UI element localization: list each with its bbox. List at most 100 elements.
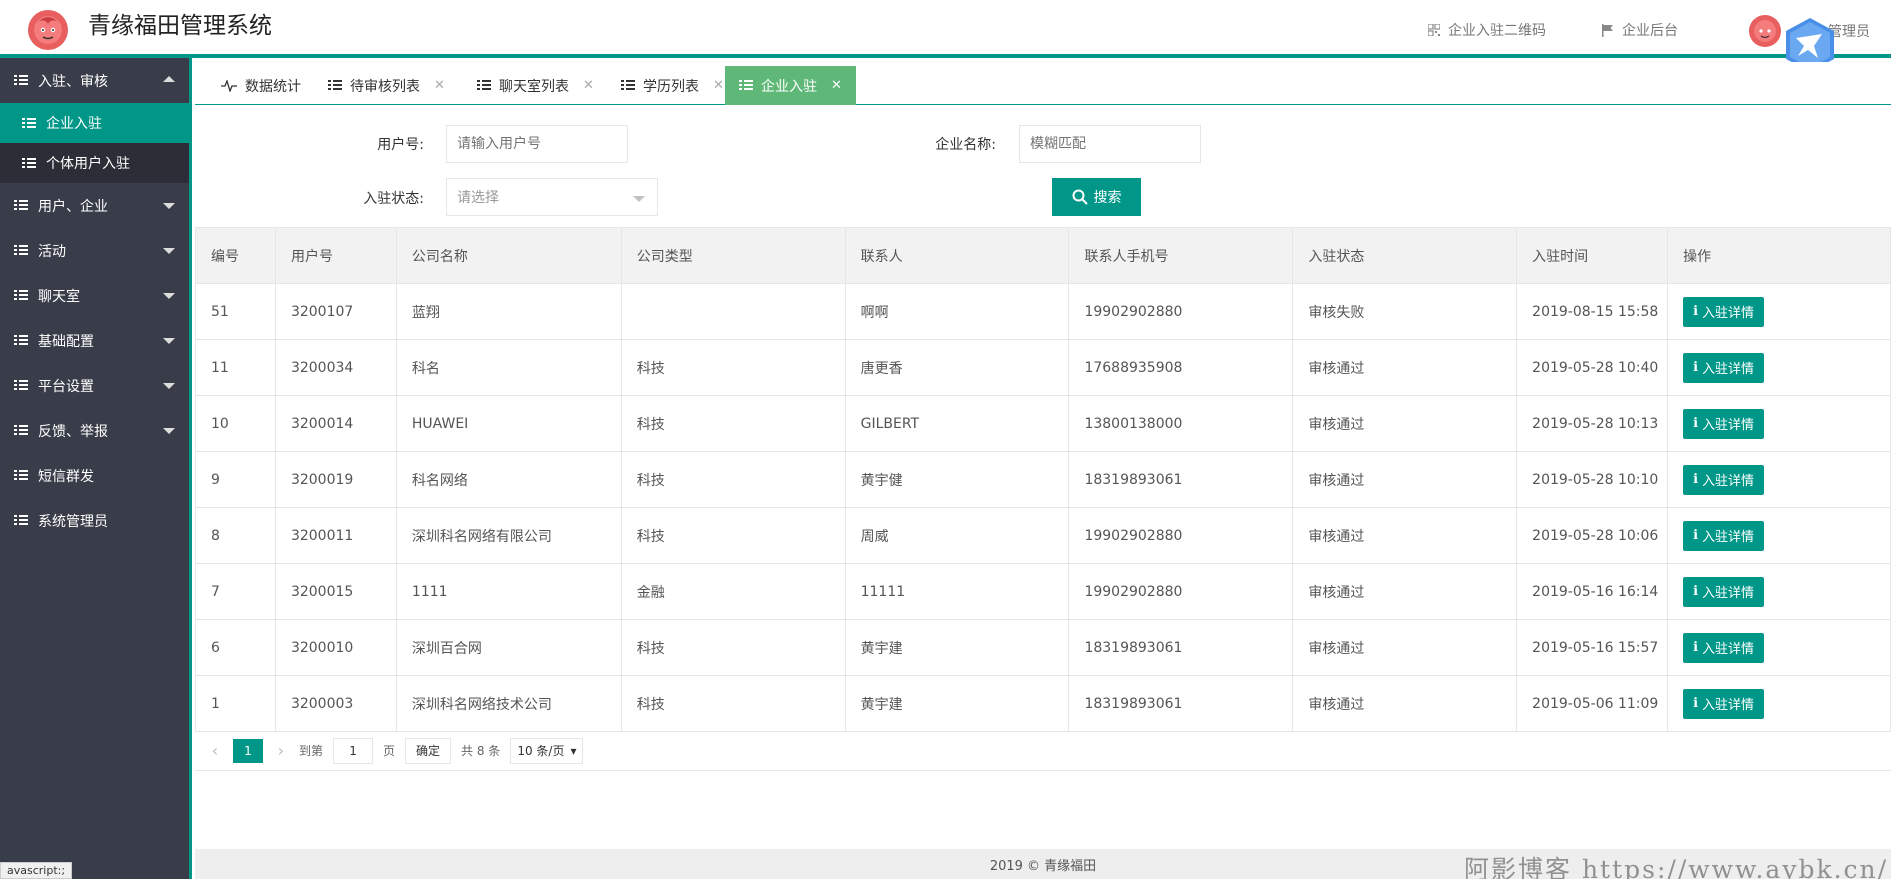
- table-cell: 18319893061: [1068, 619, 1294, 676]
- close-icon[interactable]: ✕: [831, 78, 842, 93]
- status-select-value: 请选择: [457, 190, 499, 206]
- sidebar-item-label: 活动: [38, 243, 66, 260]
- next-page-icon[interactable]: ›: [273, 741, 289, 760]
- detail-button[interactable]: ℹ 入驻详情: [1683, 520, 1765, 551]
- table-cell: 3200011: [274, 507, 397, 564]
- sidebar-item-onboarding-review[interactable]: 入驻、审核: [0, 58, 189, 103]
- list-icon: [14, 335, 28, 346]
- detail-button-label: 入驻详情: [1702, 642, 1755, 657]
- sidebar-item-feedback-report[interactable]: 反馈、举报: [0, 408, 189, 453]
- search-icon: [1072, 189, 1088, 205]
- user-id-input[interactable]: [446, 125, 628, 163]
- close-icon[interactable]: ✕: [434, 78, 445, 93]
- qr-link[interactable]: 企业入驻二维码: [1428, 20, 1546, 40]
- table-cell: 3200003: [274, 675, 397, 732]
- sidebar-item-users-companies[interactable]: 用户、企业: [0, 183, 189, 228]
- table-cell: ℹ 入驻详情: [1667, 395, 1891, 452]
- sidebar-item-platform-settings[interactable]: 平台设置: [0, 363, 189, 408]
- detail-button[interactable]: ℹ 入驻详情: [1683, 576, 1765, 607]
- current-page[interactable]: 1: [233, 738, 263, 763]
- sidebar-item-label: 平台设置: [38, 378, 94, 395]
- tab-pending-review[interactable]: 待审核列表 ✕: [314, 66, 459, 105]
- table-cell: 3200014: [274, 395, 397, 452]
- goto-page-input[interactable]: [333, 737, 374, 764]
- table-cell: 19902902880: [1068, 507, 1294, 564]
- detail-button[interactable]: ℹ 入驻详情: [1683, 352, 1765, 383]
- status-select[interactable]: 请选择: [446, 178, 658, 216]
- table-cell: 8: [195, 507, 276, 564]
- caret-down-icon: [163, 338, 175, 344]
- tab-label: 聊天室列表: [499, 78, 569, 95]
- tab-education-list[interactable]: 学历列表 ✕: [607, 66, 738, 105]
- table-cell: 科技: [620, 675, 846, 732]
- table-cell: 1: [195, 675, 276, 732]
- sidebar-item-basic-config[interactable]: 基础配置: [0, 318, 189, 363]
- close-icon[interactable]: ✕: [713, 78, 724, 93]
- watermark-text: 阿影博客 https://www.aybk.cn/: [1464, 855, 1889, 879]
- table-cell: 深圳科名网络有限公司: [395, 507, 622, 564]
- onboarding-table: 编号 用户号 公司名称 公司类型 联系人 联系人手机号 入驻状态 入驻时间 操作…: [195, 227, 1891, 732]
- table-cell: 2019-08-15 15:58: [1516, 283, 1669, 340]
- detail-button-label: 入驻详情: [1702, 698, 1755, 713]
- sidebar-item-chatroom[interactable]: 聊天室: [0, 273, 189, 318]
- copyright-text: 2019 © 青缘福田: [989, 858, 1097, 874]
- table-cell: ℹ 入驻详情: [1667, 507, 1891, 564]
- table-cell: 啊啊: [844, 283, 1070, 340]
- table-row: 6 3200010 深圳百合网 科技 黄宇建 18319893061 审核通过 …: [195, 619, 1891, 676]
- admin-link[interactable]: 企业后台: [1602, 20, 1678, 40]
- tab-data-stats[interactable]: 数据统计: [207, 66, 315, 105]
- table-cell: 金融: [620, 563, 846, 620]
- table-row: 7 3200015 1111 金融 11111 19902902880 审核通过…: [195, 563, 1891, 620]
- table-cell: 13800138000: [1068, 395, 1294, 452]
- table-cell: 2019-05-16 16:14: [1516, 563, 1669, 620]
- list-icon: [14, 425, 28, 436]
- page-size-value: 10 条/页: [517, 744, 565, 758]
- sidebar-subitem-individual-onboarding[interactable]: 个体用户入驻: [0, 143, 189, 183]
- sidebar-subitem-company-onboarding[interactable]: 企业入驻: [0, 103, 189, 143]
- table-row: 8 3200011 深圳科名网络有限公司 科技 周威 19902902880 审…: [195, 507, 1891, 564]
- detail-button[interactable]: ℹ 入驻详情: [1683, 632, 1765, 663]
- table-cell: GILBERT: [844, 395, 1070, 452]
- tab-chatroom-list[interactable]: 聊天室列表 ✕: [463, 66, 608, 105]
- page-size-select[interactable]: 10 条/页 ▾: [510, 737, 584, 764]
- column-header: 用户号: [274, 227, 397, 284]
- table-cell: 科技: [620, 619, 846, 676]
- sidebar-item-system-admin[interactable]: 系统管理员: [0, 498, 189, 543]
- pulse-icon: [221, 79, 237, 92]
- detail-button[interactable]: ℹ 入驻详情: [1683, 464, 1765, 495]
- table-cell: 深圳科名网络技术公司: [395, 675, 622, 732]
- list-icon: [14, 75, 28, 86]
- sidebar-item-sms-broadcast[interactable]: 短信群发: [0, 453, 189, 498]
- caret-down-icon: [163, 203, 175, 209]
- sidebar: 入驻、审核 企业入驻 个体用户入驻 用户、企业 活动 聊天室 基础配置 平台设置…: [0, 58, 192, 879]
- detail-button[interactable]: ℹ 入驻详情: [1683, 296, 1765, 327]
- detail-button[interactable]: ℹ 入驻详情: [1683, 688, 1765, 719]
- column-header: 联系人手机号: [1068, 227, 1294, 284]
- detail-button[interactable]: ℹ 入驻详情: [1683, 408, 1765, 439]
- column-header: 公司类型: [620, 227, 846, 284]
- close-icon[interactable]: ✕: [583, 78, 594, 93]
- table-row: 9 3200019 科名网络 科技 黄宇健 18319893061 审核通过 2…: [195, 451, 1891, 508]
- table-cell: HUAWEI: [395, 395, 622, 452]
- sidebar-item-label: 短信群发: [38, 468, 94, 485]
- caret-down-icon: [163, 293, 175, 299]
- tab-company-onboarding[interactable]: 企业入驻 ✕: [725, 66, 856, 105]
- table-cell: 科技: [620, 507, 846, 564]
- company-name-label: 企业名称:: [935, 137, 996, 153]
- list-icon: [22, 157, 36, 169]
- goto-confirm-button[interactable]: 确定: [405, 737, 452, 764]
- caret-down-icon: [163, 248, 175, 254]
- table-cell: 2019-05-28 10:13: [1516, 395, 1669, 452]
- app-title: 青缘福田管理系统: [88, 13, 272, 39]
- table-cell: 审核通过: [1292, 563, 1518, 620]
- sidebar-item-activities[interactable]: 活动: [0, 228, 189, 273]
- sidebar-subitem-label: 企业入驻: [46, 116, 102, 132]
- prev-page-icon[interactable]: ‹: [207, 741, 223, 760]
- sidebar-item-label: 用户、企业: [38, 198, 108, 215]
- table-cell: 2019-05-16 15:57: [1516, 619, 1669, 676]
- company-name-input[interactable]: [1019, 125, 1201, 163]
- search-button[interactable]: 搜索: [1052, 178, 1141, 216]
- info-icon: ℹ: [1693, 416, 1699, 431]
- list-icon: [14, 200, 28, 211]
- column-header: 操作: [1667, 227, 1891, 284]
